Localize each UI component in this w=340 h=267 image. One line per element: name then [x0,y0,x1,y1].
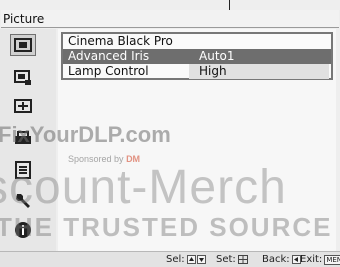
menu-row-advanced-iris[interactable]: Advanced Iris Auto1 [63,49,331,64]
up-arrow-icon [186,255,196,264]
footer-back-label: Back: [262,254,290,265]
menu-row-value: Auto1 [199,49,235,63]
footer-select-hint: Sel: [166,252,206,267]
footer-exit-hint: Exit: MENU [300,252,340,267]
screen-icon [14,99,32,113]
menu-row-lamp-control[interactable]: Lamp Control High [63,64,331,79]
sidebar-item-screen[interactable] [10,95,36,117]
menu-title-bar: Picture [1,10,339,28]
footer-exit-label: Exit: [300,254,323,265]
menu-row-label: Advanced Iris [68,49,150,63]
menu-key-badge: MENU [324,254,340,265]
footer-select-label: Sel: [166,254,185,265]
down-arrow-icon [196,255,206,264]
menu-title: Picture [3,12,45,26]
projector-menu-screen: Picture Cinema Black Pro Advanced Iris A… [0,0,340,267]
sidebar-item-picture-adjust[interactable] [10,67,36,89]
watermark-big: scount-Merch [0,161,287,214]
watermark-tagline: THE TRUSTED SOURCE FOR [0,212,340,242]
picture-icon [14,38,32,52]
footer-set-hint: Set: [216,252,248,267]
button-guide-footer: Sel: Set: Back: Exit: MEN [0,251,340,267]
sidebar-item-picture[interactable] [10,34,36,56]
watermark-site: FixYourDLP.com [0,122,171,147]
menu-row-label: Cinema Black Pro [68,34,173,48]
picture-adjust-icon [14,70,31,85]
footer-back-hint: Back: [262,252,301,267]
enter-key-icon [237,255,248,264]
menu-row-label: Lamp Control [68,64,149,78]
picture-settings-list: Cinema Black Pro Advanced Iris Auto1 Lam… [61,32,333,80]
menu-row-value: High [199,64,227,78]
footer-set-label: Set: [216,254,236,265]
menu-row-cinema-black-pro[interactable]: Cinema Black Pro [63,34,331,49]
